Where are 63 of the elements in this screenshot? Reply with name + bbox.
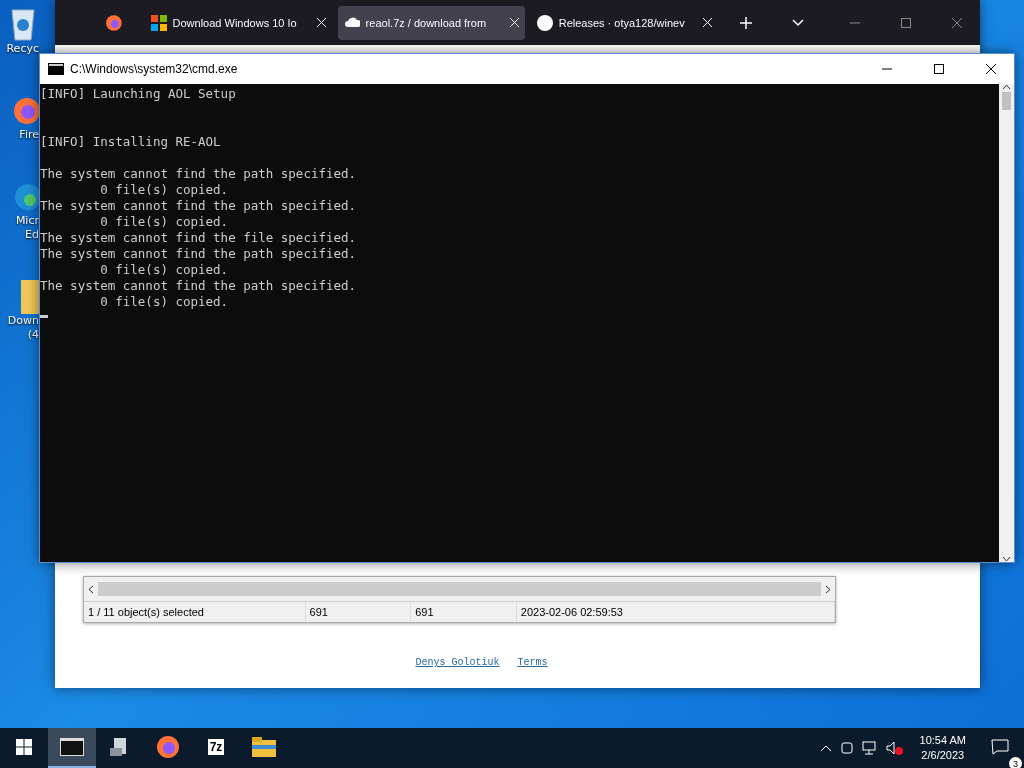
scroll-right-icon: [825, 584, 831, 594]
maximize-icon: [934, 64, 944, 74]
notification-count: 3: [1009, 757, 1022, 768]
console-line: The system cannot find the path specified.: [40, 198, 358, 214]
console-line: The system cannot find the file specified.: [40, 230, 358, 246]
scrollbar-thumb[interactable]: [1002, 92, 1011, 110]
scroll-left-icon: [88, 584, 94, 594]
maximize-icon: [901, 17, 912, 28]
footer-link[interactable]: Terms: [517, 657, 548, 668]
firefox-icon: [105, 13, 123, 32]
console-line: 0 file(s) copied.: [99, 214, 230, 230]
text-cursor: [40, 315, 48, 318]
console-line: 0 file(s) copied.: [99, 294, 230, 310]
browser-tab[interactable]: Download Windows 10 Io: [144, 5, 332, 40]
chevron-down-icon: [791, 18, 804, 27]
console-line: 0 file(s) copied.: [99, 182, 230, 198]
console-line: The system cannot find the path specified.: [40, 166, 358, 182]
close-icon: [509, 18, 519, 27]
scroll-down-icon: [1002, 556, 1011, 562]
plus-icon: [740, 16, 753, 29]
close-icon: [986, 64, 996, 74]
status-cell: 691: [305, 602, 412, 622]
close-icon: [316, 18, 326, 27]
clock-time[interactable]: 10:54 AM: [919, 733, 966, 748]
message-icon: [991, 739, 1009, 755]
folder-icon: [21, 280, 39, 314]
window-title: C:\Windows\system32\cmd.exe: [70, 62, 239, 76]
desktop-icon-label[interactable]: Ed: [25, 228, 39, 242]
footer-link[interactable]: Denys Golotiuk: [415, 657, 500, 668]
windows-logo-icon: [150, 14, 167, 31]
terminal-icon: [60, 738, 84, 756]
camera-icon: [839, 741, 854, 755]
status-cell: 1 / 11 object(s) selected: [84, 602, 306, 622]
firefox-icon: [156, 735, 180, 759]
close-icon: [952, 17, 963, 28]
taskbar-app-button[interactable]: [48, 728, 96, 768]
status-cell: 2023-02-06 02:59:53: [516, 602, 835, 622]
browser-tab[interactable]: reaol.7z / download from: [337, 5, 525, 40]
desktop-icon-label[interactable]: Micr: [15, 214, 39, 228]
chevron-up-icon: [819, 744, 832, 752]
close-icon: [702, 18, 712, 27]
archive-app-icon: 7z: [207, 739, 225, 755]
console-line: 0 file(s) copied.: [99, 262, 230, 278]
vertical-scrollbar[interactable]: [999, 84, 1014, 562]
console-line: [INFO] Launching AOL Setup: [40, 86, 237, 102]
horizontal-scrollbar[interactable]: [84, 577, 835, 601]
taskbar-app-button[interactable]: 7z: [192, 728, 240, 768]
scroll-up-icon: [1002, 84, 1011, 90]
speaker-muted-icon: [885, 741, 904, 755]
desktop-icon-label[interactable]: (4: [27, 328, 39, 342]
windows-logo-icon: [16, 739, 32, 755]
browser-tab[interactable]: Releases · otya128/winev: [530, 5, 718, 40]
network-icon: [861, 741, 878, 755]
status-cell: 691: [411, 602, 517, 622]
folder-icon: [252, 737, 276, 757]
console-icon: [48, 63, 64, 75]
console-line: [INFO] Installing RE-AOL: [40, 134, 222, 150]
console-line: The system cannot find the path specified.: [40, 246, 358, 262]
desktop-icon-label[interactable]: Recyc: [6, 42, 39, 56]
desktop-icon-label[interactable]: Down: [7, 314, 39, 328]
clock-date[interactable]: 2/6/2023: [921, 748, 965, 763]
console-line: The system cannot find the path specified.: [40, 278, 358, 294]
desktop-icon-label[interactable]: Fire: [19, 128, 39, 142]
